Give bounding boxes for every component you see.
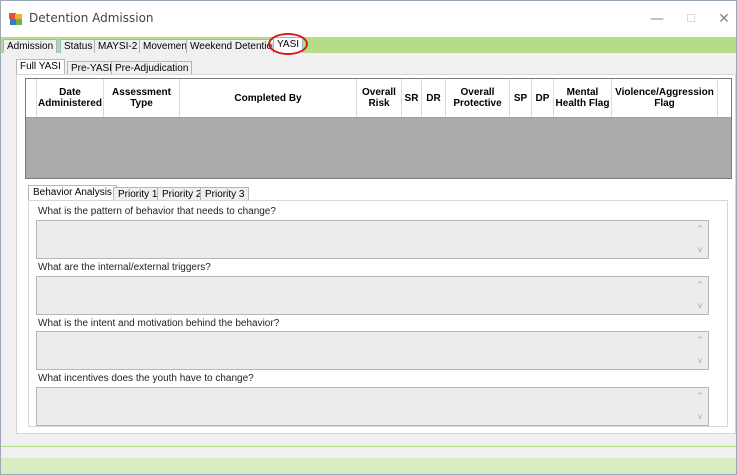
- pattern-of-behavior-field[interactable]: ^ v: [36, 220, 709, 259]
- tab-weekend-detention[interactable]: Weekend Detention: [186, 39, 282, 53]
- close-button[interactable]: ✕: [709, 7, 737, 31]
- footer-divider: [1, 446, 736, 447]
- scroll-down-icon[interactable]: v: [695, 301, 705, 311]
- detention-admission-window: Detention Admission — ☐ ✕ Admission Stat…: [0, 0, 737, 475]
- analysis-tab-strip: Behavior Analysis Priority 1 Priority 2 …: [28, 185, 728, 201]
- minimize-button[interactable]: —: [642, 7, 672, 31]
- incentives-field[interactable]: ^ v: [36, 387, 709, 426]
- window-title: Detention Admission: [29, 11, 154, 25]
- title-bar: Detention Admission — ☐ ✕: [1, 1, 736, 37]
- intent-motivation-field[interactable]: ^ v: [36, 331, 709, 370]
- question-incentives-label: What incentives does the youth have to c…: [38, 373, 254, 384]
- column-overall-protective[interactable]: Overall Protective: [446, 79, 510, 117]
- scroll-down-icon[interactable]: v: [695, 356, 705, 366]
- tab-admission[interactable]: Admission: [3, 39, 58, 53]
- app-icon: [9, 13, 22, 25]
- column-mental-health-flag[interactable]: Mental Health Flag: [554, 79, 612, 117]
- grid-header: Date Administered Assessment Type Comple…: [26, 79, 731, 118]
- tab-pre-adjudication[interactable]: Pre-Adjudication: [111, 61, 193, 75]
- tab-behavior-analysis[interactable]: Behavior Analysis: [28, 185, 117, 201]
- tab-priority-3[interactable]: Priority 3: [200, 187, 250, 201]
- column-assessment-type[interactable]: Assessment Type: [104, 79, 180, 117]
- question-pattern-label: What is the pattern of behavior that nee…: [38, 206, 276, 217]
- scroll-down-icon[interactable]: v: [695, 412, 705, 422]
- tab-pre-yasi[interactable]: Pre-YASI: [67, 61, 116, 75]
- scroll-up-icon[interactable]: ^: [695, 391, 705, 401]
- column-sr[interactable]: SR: [402, 79, 422, 117]
- column-completed-by[interactable]: Completed By: [180, 79, 357, 117]
- tab-maysi-2[interactable]: MAYSI-2: [94, 39, 142, 53]
- yasi-tab-strip: Full YASI Pre-YASI Pre-Adjudication: [16, 59, 736, 75]
- tab-full-yasi[interactable]: Full YASI: [16, 59, 65, 75]
- question-intent-label: What is the intent and motivation behind…: [38, 318, 280, 329]
- column-violence-aggression-flag[interactable]: Violence/Aggression Flag: [612, 79, 718, 117]
- maximize-button[interactable]: ☐: [676, 7, 706, 31]
- assessment-grid[interactable]: Date Administered Assessment Type Comple…: [25, 78, 732, 179]
- scroll-up-icon[interactable]: ^: [695, 280, 705, 290]
- triggers-field[interactable]: ^ v: [36, 276, 709, 315]
- main-tab-strip: Admission Status MAYSI-2 Movement Weeken…: [1, 37, 736, 53]
- tab-priority-1[interactable]: Priority 1: [113, 187, 163, 201]
- scroll-down-icon[interactable]: v: [695, 245, 705, 255]
- row-header-corner: [26, 79, 37, 117]
- tab-status[interactable]: Status: [60, 39, 97, 53]
- column-sp[interactable]: SP: [510, 79, 532, 117]
- column-dr[interactable]: DR: [422, 79, 446, 117]
- column-dp[interactable]: DP: [532, 79, 554, 117]
- column-date-administered[interactable]: Date Administered: [37, 79, 104, 117]
- status-bar: [1, 458, 736, 474]
- tab-yasi[interactable]: YASI: [273, 37, 304, 53]
- column-overall-risk[interactable]: Overall Risk: [357, 79, 402, 117]
- question-triggers-label: What are the internal/external triggers?: [38, 262, 211, 273]
- scroll-up-icon[interactable]: ^: [695, 224, 705, 234]
- scroll-up-icon[interactable]: ^: [695, 335, 705, 345]
